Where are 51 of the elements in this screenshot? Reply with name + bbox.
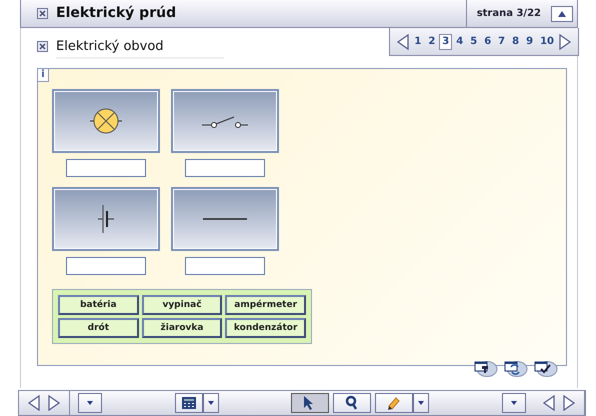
page-number[interactable]: 1 (411, 34, 424, 50)
answer-field[interactable] (66, 159, 146, 177)
page-number[interactable]: 9 (523, 34, 536, 50)
menu-dropdown-button[interactable] (78, 393, 102, 413)
answer-field[interactable] (66, 257, 146, 275)
page-number[interactable]: 5 (467, 34, 480, 50)
page-number[interactable]: 6 (481, 34, 494, 50)
section-title: Elektrický obvod (56, 37, 224, 58)
word-tile[interactable]: kondenzátor (225, 318, 306, 338)
page-title: Elektrický prúd (56, 4, 176, 23)
collapse-button[interactable] (551, 6, 573, 22)
back-arrow-icon[interactable] (27, 394, 41, 412)
lamp-symbol-icon (89, 108, 123, 134)
next-arrow-icon[interactable] (558, 32, 572, 50)
pencil-dropdown-button[interactable] (413, 393, 430, 413)
forward-arrow-icon[interactable] (562, 394, 576, 412)
pencil-icon (386, 395, 402, 411)
word-tile[interactable]: drót (58, 318, 139, 338)
back-arrow-icon[interactable] (542, 394, 556, 412)
pencil-tool-button[interactable] (375, 393, 414, 413)
search-button[interactable] (333, 393, 372, 413)
calculator-icon (182, 397, 196, 409)
word-tile[interactable]: batéria (58, 295, 139, 315)
answer-field[interactable] (185, 159, 265, 177)
up-arrow-icon (558, 10, 566, 16)
page-number[interactable]: 8 (509, 34, 522, 50)
forward-arrow-icon[interactable] (47, 394, 61, 412)
info-tab[interactable]: i (37, 68, 49, 82)
word-tile[interactable]: ampérmeter (225, 295, 306, 315)
calculator-dropdown-button[interactable] (202, 393, 219, 413)
word-tile[interactable]: žiarovka (142, 318, 222, 338)
page-number[interactable]: 7 (495, 34, 508, 50)
switch-symbol-icon (201, 114, 249, 128)
wire-symbol-icon (203, 217, 247, 221)
caret-icon (206, 399, 216, 407)
page-number[interactable]: 3 (439, 34, 452, 50)
calculator-button[interactable] (174, 393, 203, 413)
word-tile[interactable]: vypinač (142, 295, 222, 315)
page-number[interactable]: 2 (425, 34, 438, 50)
pointer-tool-button[interactable] (291, 393, 330, 413)
previous-arrow-icon[interactable] (396, 32, 410, 50)
close-icon[interactable] (37, 41, 48, 52)
options-dropdown-button[interactable] (502, 393, 526, 413)
caret-icon (416, 399, 426, 407)
page-number[interactable]: 10 (537, 34, 557, 50)
page-number[interactable]: 4 (453, 34, 466, 50)
caret-icon (508, 399, 519, 407)
answer-field[interactable] (185, 257, 265, 275)
caret-icon (85, 399, 95, 407)
close-icon[interactable] (37, 8, 48, 19)
battery-symbol-icon (97, 204, 115, 234)
